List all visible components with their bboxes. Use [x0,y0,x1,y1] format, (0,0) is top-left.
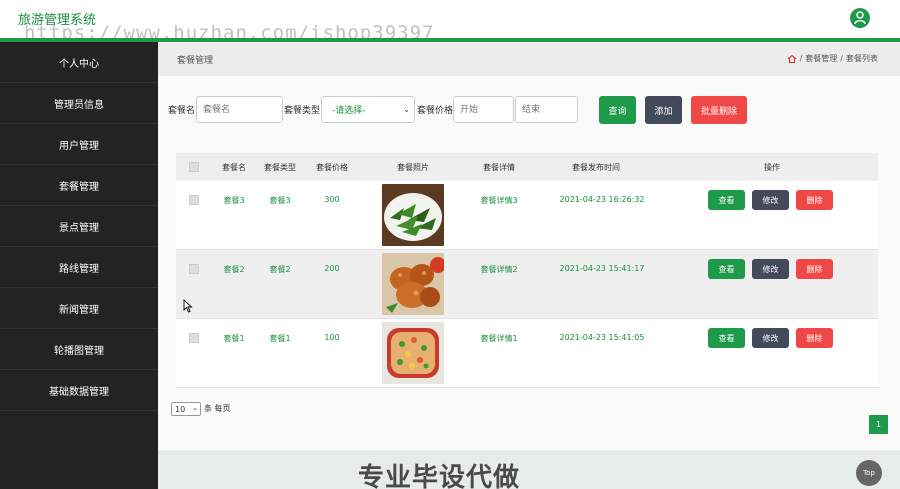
sidebar-item-news[interactable]: 新闻管理 [0,288,158,329]
package-price-cell: 200 [324,264,340,273]
sidebar-item-label: 个人中心 [59,58,99,70]
package-detail-cell: 套餐详情1 [480,334,518,343]
home-icon[interactable] [787,54,797,64]
user-circle-icon[interactable] [850,8,870,28]
column-header: 套餐发布时间 [572,163,620,172]
sidebar-item-label: 新闻管理 [59,304,99,316]
page-number-button[interactable]: 1 [869,415,888,434]
sidebar-item-label: 管理员信息 [54,99,104,111]
price-min-input[interactable] [453,96,514,123]
package-photo-green-vegetable-dish[interactable] [382,184,444,246]
package-type-cell: 套餐3 [269,196,291,205]
package-table: 套餐名 套餐类型 套餐价格 套餐照片 套餐详情 套餐发布时间 操作 套餐3 套餐… [176,153,878,388]
breadcrumb: / 套餐管理 / 套餐列表 [787,53,878,64]
row-checkbox[interactable] [189,264,199,274]
package-name-input[interactable] [196,96,283,123]
breadcrumb-separator: / [840,54,843,63]
column-header: 套餐详情 [483,163,515,172]
content-panel: 套餐名 套餐类型 -请选择- ⌄ 套餐价格 查询 添加 批量删除 套餐名 套餐类… [158,76,900,489]
sidebar-item-base-data[interactable]: 基础数据管理 [0,370,158,411]
sidebar-item-scenic-spots[interactable]: 景点管理 [0,206,158,247]
page-size-value: 10 [175,404,186,414]
publish-time-cell: 2021-04-23 15:41:17 [559,264,645,273]
breadcrumb-separator: / [799,54,803,63]
package-photo-fried-chicken-dish[interactable] [382,253,444,315]
top-bar: 旅游管理系统 https://www.huzhan.com/ishop39397 [0,0,900,44]
delete-button[interactable]: 删除 [796,259,833,279]
delete-button[interactable]: 删除 [796,190,833,210]
package-name-cell: 套餐3 [223,196,245,205]
package-name-cell: 套餐1 [223,334,245,343]
package-name-cell: 套餐2 [223,265,245,274]
overlay-caption: 专业毕设代做 [358,463,521,489]
main-area: 套餐管理 / 套餐管理 / 套餐列表 套餐名 套餐类型 -请选择- ⌄ 套餐价格… [158,42,900,489]
page-title: 套餐管理 [177,56,214,66]
sidebar-item-label: 景点管理 [59,222,99,234]
edit-button[interactable]: 修改 [752,328,789,348]
table-header: 套餐名 套餐类型 套餐价格 套餐照片 套餐详情 套餐发布时间 操作 [176,153,878,181]
publish-time-cell: 2021-04-23 15:41:05 [559,333,645,342]
edit-button[interactable]: 修改 [752,190,789,210]
sidebar: 个人中心 管理员信息 用户管理 套餐管理 景点管理 路线管理 新闻管理 轮播图管… [0,42,158,489]
breadcrumb-bar: 套餐管理 / 套餐管理 / 套餐列表 [158,42,900,76]
view-button[interactable]: 查看 [708,328,745,348]
sidebar-item-label: 用户管理 [59,140,99,152]
sidebar-item-label: 套餐管理 [59,181,99,193]
edit-button[interactable]: 修改 [752,259,789,279]
package-name-label: 套餐名 [168,106,196,116]
package-detail-cell: 套餐详情2 [480,265,518,274]
package-type-selected: -请选择- [332,106,366,116]
search-form: 套餐名 套餐类型 -请选择- ⌄ 套餐价格 查询 添加 批量删除 [168,96,888,124]
mouse-cursor-icon [183,299,193,313]
package-type-select[interactable]: -请选择- ⌄ [321,96,415,123]
sidebar-item-label: 基础数据管理 [49,386,109,398]
view-button[interactable]: 查看 [708,259,745,279]
row-checkbox[interactable] [189,195,199,205]
table-row: 套餐1 套餐1 100 套餐详情1 2021-04-23 15:41:05 查看… [176,319,878,388]
sidebar-item-carousel[interactable]: 轮播图管理 [0,329,158,370]
chevron-down-icon: ⌄ [192,404,198,412]
price-max-input[interactable] [515,96,578,123]
add-button[interactable]: 添加 [645,96,682,124]
package-type-cell: 套餐1 [269,334,291,343]
column-header: 套餐照片 [397,163,429,172]
page-size-select[interactable]: 10 ⌄ [171,402,201,416]
publish-time-cell: 2021-04-23 16:26:32 [559,195,645,204]
chevron-down-icon: ⌄ [403,105,410,114]
sidebar-item-label: 路线管理 [59,263,99,275]
breadcrumb-item-package-list: 套餐列表 [846,54,878,63]
column-header: 套餐类型 [264,163,296,172]
footer-band: 专业毕设代做 Top [158,450,900,489]
package-type-cell: 套餐2 [269,265,291,274]
sidebar-item-profile[interactable]: 个人中心 [0,42,158,83]
table-row: 套餐2 套餐2 200 套餐详情2 2021-04-23 15:41:17 查看… [176,250,878,319]
query-button[interactable]: 查询 [599,96,636,124]
sidebar-item-admins[interactable]: 管理员信息 [0,83,158,124]
breadcrumb-item-package-management[interactable]: 套餐管理 [805,53,837,64]
column-header: 套餐价格 [316,163,348,172]
package-detail-cell: 套餐详情3 [480,196,518,205]
sidebar-item-users[interactable]: 用户管理 [0,124,158,165]
column-header: 套餐名 [222,163,246,172]
view-button[interactable]: 查看 [708,190,745,210]
page-size-label: 条 每页 [204,404,231,413]
delete-button[interactable]: 删除 [796,328,833,348]
package-price-label: 套餐价格 [417,106,454,116]
sidebar-item-label: 轮播图管理 [54,345,104,357]
package-price-cell: 300 [324,195,340,204]
sidebar-item-packages[interactable]: 套餐管理 [0,165,158,206]
row-checkbox[interactable] [189,333,199,343]
batch-delete-button[interactable]: 批量删除 [691,96,747,124]
package-photo-mixed-vegetable-dish[interactable] [382,322,444,384]
column-header: 操作 [764,163,780,172]
table-row: 套餐3 套餐3 300 套餐详情3 2021-04-23 16:26:32 查看… [176,181,878,250]
back-to-top-button[interactable]: Top [856,460,882,486]
package-price-cell: 100 [324,333,340,342]
select-all-checkbox[interactable] [189,162,199,172]
sidebar-item-routes[interactable]: 路线管理 [0,247,158,288]
package-type-label: 套餐类型 [284,106,321,116]
